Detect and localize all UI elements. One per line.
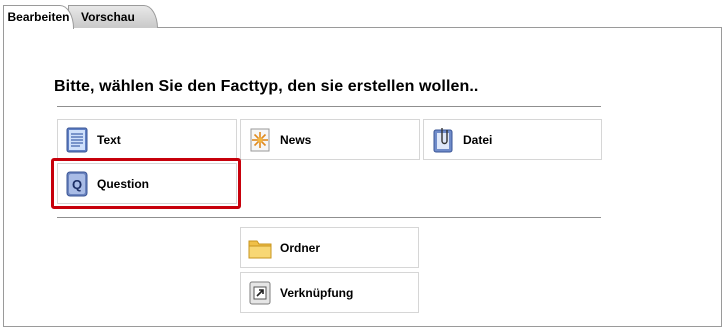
folder-icon <box>248 240 272 258</box>
type-ordner[interactable]: Ordner <box>240 227 419 268</box>
type-label: Ordner <box>280 240 321 255</box>
type-label: Verknüpfung <box>280 285 354 300</box>
tab-vorschau[interactable]: Vorschau <box>68 5 158 28</box>
type-verknuepfung[interactable]: Verknüpfung <box>240 272 419 313</box>
fact-type-text[interactable]: Text <box>57 119 237 160</box>
fact-type-news[interactable]: News <box>240 119 420 160</box>
divider <box>57 217 601 218</box>
link-shortcut-icon <box>249 281 271 304</box>
news-sparkle-icon <box>250 128 270 151</box>
fact-type-question[interactable]: Q Question <box>57 163 237 204</box>
divider <box>57 106 601 107</box>
page-title: Bitte, wählen Sie den Facttyp, den sie e… <box>54 78 479 95</box>
fact-type-label: Text <box>97 132 121 147</box>
text-document-icon <box>66 127 88 152</box>
fact-type-label: Question <box>97 176 150 191</box>
fact-type-datei[interactable]: Datei <box>423 119 602 160</box>
svg-text:Q: Q <box>72 177 82 192</box>
tab-bar: Bearbeiten Vorschau <box>0 0 726 29</box>
file-paperclip-icon <box>433 127 453 152</box>
fact-type-label: Datei <box>463 132 493 147</box>
tab-bearbeiten[interactable]: Bearbeiten <box>3 5 74 29</box>
fact-type-label: News <box>280 132 312 147</box>
question-q-icon: Q <box>66 171 88 196</box>
